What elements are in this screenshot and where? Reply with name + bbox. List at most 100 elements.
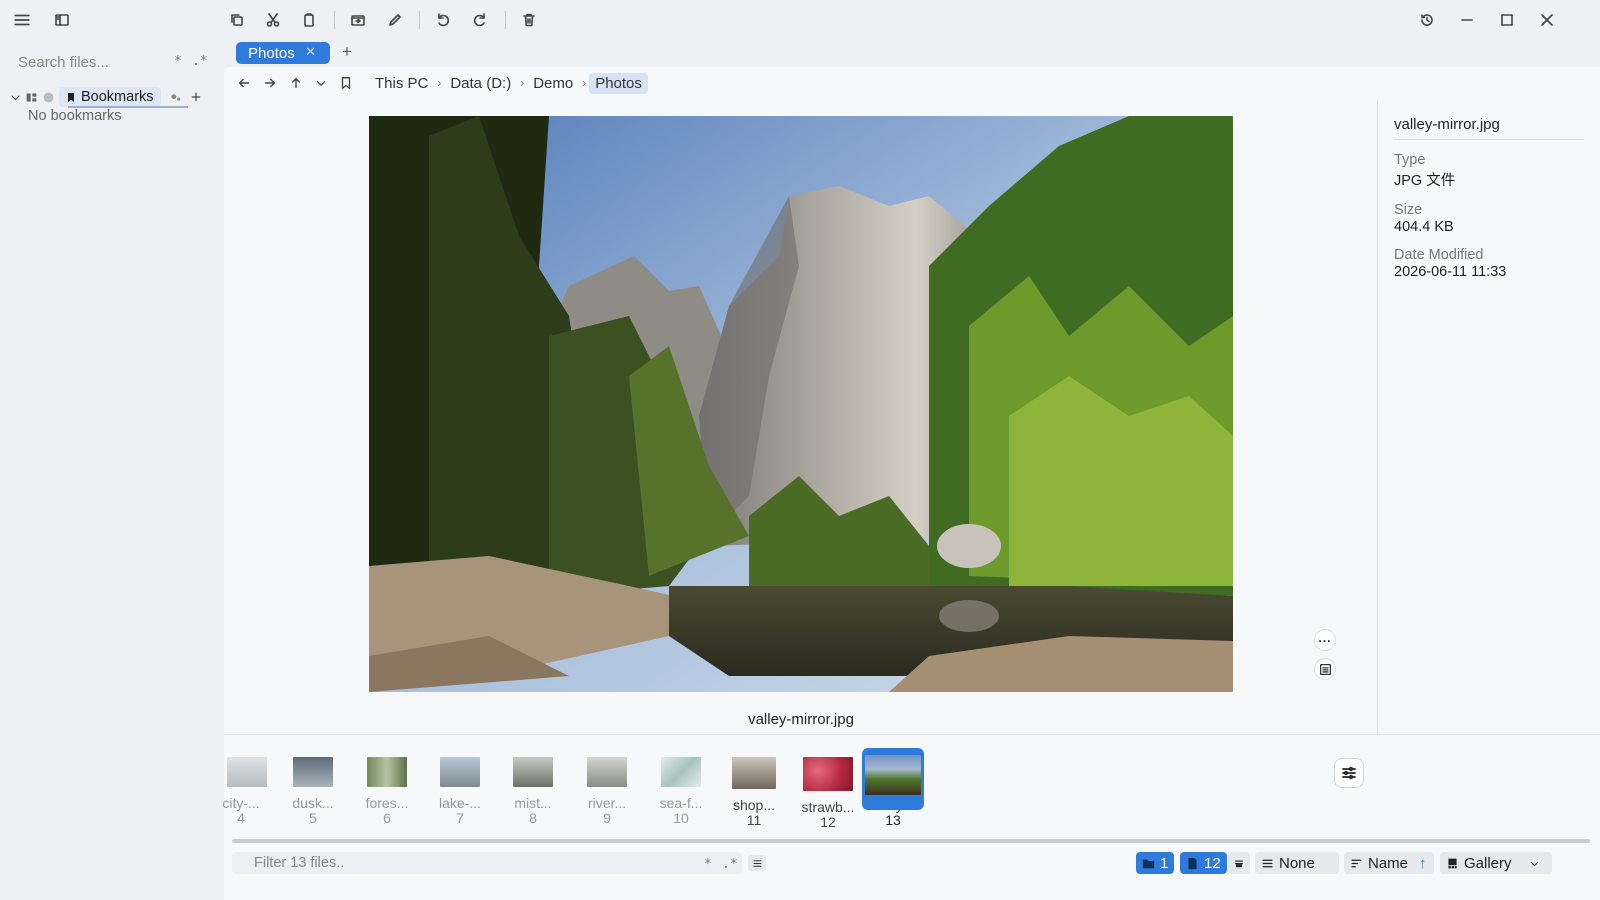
breadcrumb-separator: › [520,76,525,90]
view-mode-select[interactable]: Gallery [1440,852,1552,874]
toolbar [222,0,1600,40]
thumb-name: river... [587,795,627,811]
history-icon[interactable] [1416,10,1438,30]
sort-by-select[interactable]: Name ↑ [1344,852,1434,874]
group-icon [1262,859,1273,867]
new-tab-button[interactable]: + [338,43,356,61]
forward-icon[interactable] [260,73,280,93]
thumb-number: 5 [309,810,317,826]
bookmarks-tab[interactable]: Bookmarks [59,87,161,107]
date-modified-value: 2026-06-11 11:33 [1394,264,1507,280]
back-icon[interactable] [234,73,254,93]
more-options-button[interactable]: ... [1314,629,1336,651]
thumbnail [513,757,553,787]
gallery-item[interactable]: sea-f... 10 [648,745,714,835]
folders-count-badge[interactable]: 1 [1136,852,1175,874]
filter-options-icon[interactable] [748,855,766,871]
copy-icon[interactable] [226,10,248,30]
grid-icon[interactable] [25,91,38,104]
sort-by-value: Name [1368,854,1409,872]
thumb-name: dusk... [292,795,334,811]
thumb-number: 13 [885,812,901,828]
layout-icon [1235,859,1243,867]
view-mode-value: Gallery [1464,854,1512,872]
history-dropdown-icon[interactable] [311,73,331,93]
image-preview[interactable] [369,116,1233,692]
thumb-number: 10 [673,810,689,826]
filter-files-input[interactable] [232,852,742,874]
thumbnail [293,757,333,787]
up-icon[interactable] [286,73,306,93]
preview-filename: valley-mirror.jpg [748,711,854,728]
chevron-down-icon[interactable] [10,92,21,103]
recent-icon[interactable] [42,91,55,104]
add-icon[interactable] [190,91,202,103]
gallery-item[interactable]: city-... 4 [208,745,274,835]
rotate-left-icon[interactable] [432,10,454,30]
details-toggle-button[interactable] [1314,658,1336,680]
gallery-item[interactable]: fores... 6 [354,745,420,835]
date-modified-label: Date Modified [1394,247,1484,263]
thumb-number: 6 [383,810,391,826]
menu-icon[interactable] [12,11,32,29]
breadcrumb-demo[interactable]: Demo [527,73,579,94]
thumbnail [803,757,853,791]
tags-icon[interactable] [169,91,182,104]
info-panel: valley-mirror.jpg Type JPG 文件 Size 404.4… [1377,99,1600,735]
close-window-icon[interactable] [1536,10,1558,30]
bookmark-icon [65,91,77,104]
rotate-right-icon[interactable] [469,10,491,30]
minimize-icon[interactable] [1456,10,1478,30]
wildcard-toggle[interactable]: * [174,54,182,69]
thumbnail [661,757,701,787]
bookmarks-label: Bookmarks [81,89,154,105]
gallery-item[interactable]: mist... 8 [500,745,566,835]
gallery-item[interactable]: shop... 11 [721,745,787,835]
paste-icon[interactable] [298,10,320,30]
breadcrumb-data-d[interactable]: Data (D:) [444,73,517,94]
chevron-down-icon [1530,861,1538,866]
tab-close-icon[interactable]: ✕ [305,44,316,60]
layout-toggle[interactable] [1228,852,1250,874]
toolbar-separator [419,11,420,29]
gallery-scrollbar[interactable] [232,839,1590,843]
gallery-item[interactable]: strawb... 12 [795,745,861,835]
filter-wildcard-toggle[interactable]: * [704,857,712,872]
gallery-item[interactable]: river... 9 [574,745,640,835]
list-details-icon [1319,663,1332,676]
thumb-name: city-... [222,795,260,811]
toggle-sidebar-icon[interactable] [52,11,72,29]
tab-photos[interactable]: Photos ✕ [236,42,330,64]
cut-icon[interactable] [262,10,284,30]
files-count: 12 [1204,854,1221,872]
group-by-select[interactable]: None [1255,852,1339,874]
tab-strip: Photos ✕ + [222,40,1600,66]
bookmark-add-icon[interactable] [336,73,356,93]
thumbnail [587,757,627,787]
files-count-badge[interactable]: 12 [1180,852,1227,874]
gallery-item[interactable]: lake-... 7 [427,745,493,835]
navigation-bar: This PC › Data (D:) › Demo › Photos [224,67,1600,99]
delete-icon[interactable] [518,10,540,30]
type-value: JPG 文件 [1394,173,1456,189]
gallery-item[interactable]: dusk... 5 [280,745,346,835]
regex-toggle[interactable]: .* [192,54,208,69]
thumb-name: lake-... [438,795,481,811]
filter-regex-toggle[interactable]: .* [722,857,738,872]
thumb-number: 9 [603,810,611,826]
type-label: Type [1394,152,1426,168]
breadcrumb-separator: › [582,76,587,90]
toolbar-separator [505,11,506,29]
thumb-name: sea-f... [659,795,703,811]
maximize-icon[interactable] [1496,10,1518,30]
bookmarks-row: Bookmarks [10,86,220,108]
breadcrumb-this-pc[interactable]: This PC [369,73,434,94]
breadcrumb-photos[interactable]: Photos [589,72,648,94]
more-icon: ... [1318,631,1332,645]
gallery-item-selected[interactable]: valley-... 13 [860,745,926,835]
thumb-name: strawb... [801,799,855,815]
move-to-icon[interactable] [347,10,369,30]
sort-direction-icon[interactable]: ↑ [1419,855,1427,872]
size-label: Size [1394,202,1423,218]
rename-icon[interactable] [384,10,406,30]
